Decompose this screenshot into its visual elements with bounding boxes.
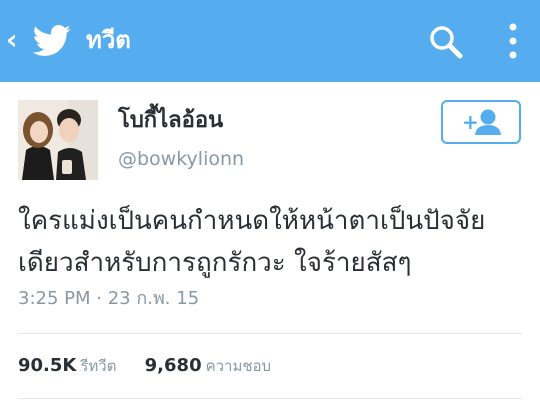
search-icon[interactable] [428,24,464,60]
retweets-count: 90.5K [18,355,77,376]
avatar-photo [18,100,98,180]
tweet-text-line-2: เดียวสำหรับการถูกรักวะ ใจร้ายสัสๆ [18,248,412,278]
tweet-card: โบกี้ไลอ้อน @bowkylionn + ใครแม่งเป็นคนก… [0,82,540,401]
divider [18,333,522,334]
timestamp: 3:25 PM · 23 ก.พ. 15 [18,288,200,309]
retweets-label: รีทวีต [80,357,117,375]
follow-button[interactable]: + [441,100,521,144]
tweet-stats: 90.5K รีทวีต 9,680 ความชอบ [18,354,271,382]
tweet-text: ใครแม่งเป็นคนกำหนดให้หน้าตาเป็นปัจจัย เด… [18,200,528,284]
divider [18,398,522,399]
likes-stat[interactable]: 9,680 ความชอบ [144,355,272,376]
display-name[interactable]: โบกี้ไลอ้อน [118,106,223,136]
page-title: ทวีต [86,26,131,54]
likes-count: 9,680 [144,355,202,376]
tweet-text-line-1: ใครแม่งเป็นคนกำหนดให้หน้าตาเป็นปัจจัย [18,206,486,236]
app-bar: ‹ ทวีต [0,0,540,82]
back-chevron-icon[interactable]: ‹ [6,26,24,55]
avatar[interactable] [18,100,98,180]
likes-label: ความชอบ [205,357,272,375]
user-handle[interactable]: @bowkylionn [118,146,244,172]
overflow-menu-icon[interactable] [503,22,523,60]
twitter-bird-icon[interactable] [32,25,72,57]
retweets-stat[interactable]: 90.5K รีทวีต [18,355,122,376]
follow-plus: + [462,110,479,134]
add-user-icon: + [462,109,501,135]
